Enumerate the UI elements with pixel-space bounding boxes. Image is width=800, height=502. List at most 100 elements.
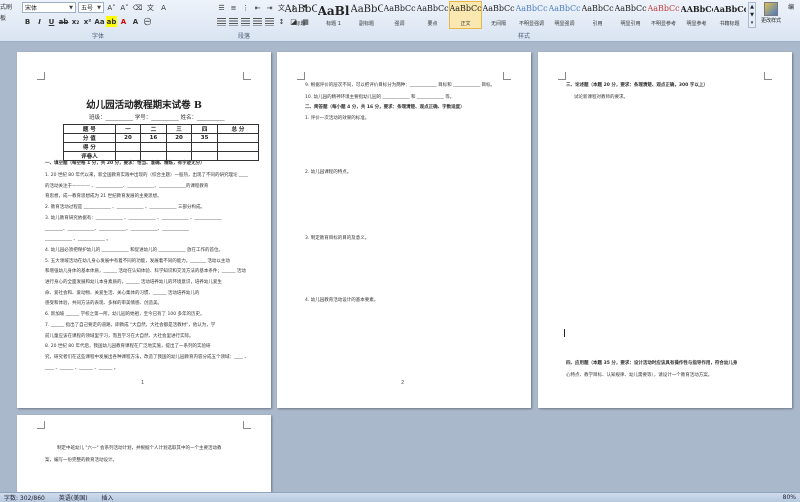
subscript-icon[interactable]: x₂	[70, 16, 81, 27]
style-preview: AaBbCcDc	[515, 4, 548, 13]
table-cell	[216, 133, 260, 143]
change-styles-button[interactable]: 更改样式	[758, 2, 784, 24]
char-shading-icon[interactable]: A	[130, 16, 141, 27]
page-3[interactable]: 三、论述题（本题 20 分，要求：条理清楚、观点正确，300 字以上） 试论新课…	[538, 52, 792, 408]
style-name: 引用	[592, 21, 603, 27]
question-line: 8. 20 世纪 80 年代后，我国幼儿园教育课程在广泛地实施，提出了一系列的实…	[45, 344, 211, 350]
font-size-value: 五号	[81, 5, 94, 12]
style-item[interactable]: AaBbCcDc 引用	[581, 1, 614, 29]
style-name: 标题	[295, 21, 306, 27]
question-line: 进行身心的全面发展和幼儿本身素质的，______ 活动培养幼儿的环境意识，培养幼…	[45, 280, 222, 285]
grow-font-icon[interactable]: A˄	[106, 2, 117, 13]
style-item[interactable]: AABbCcI 明显参考	[680, 1, 713, 29]
language-indicator[interactable]: 英语(美国)	[59, 493, 88, 502]
format-toolbar-row: B I U ab x₂ x² Aa ab A A ㊀	[22, 16, 153, 27]
align-center-icon[interactable]	[228, 16, 239, 27]
bullets-icon[interactable]: ☰	[216, 2, 227, 13]
increase-indent-icon[interactable]: ⇥	[264, 2, 275, 13]
section-heading: 二、简答题（每小题 4 分，共 16 分，要求：条理清楚、观点正确、字数适度）	[305, 105, 465, 110]
style-preview: AaBbCcDd	[383, 4, 416, 13]
highlight-icon[interactable]: ab	[106, 16, 117, 27]
style-preview: AaBbCcDc	[581, 4, 614, 13]
page-4[interactable]: 制定中班幼儿 "六一" 会系列活动计划，并根据个人计划选取其中的一个主要活动教 …	[17, 415, 271, 495]
page-2[interactable]: 9. 根据评价的层次不同，可以把评价目标分为两种：____________ 目标…	[277, 52, 531, 408]
superscript-icon[interactable]: x²	[82, 16, 93, 27]
table-cell: 20	[114, 133, 142, 143]
style-item[interactable]: AaBbCcDc 明显强调	[548, 1, 581, 29]
style-preview: AaBbCcDc	[482, 4, 515, 13]
style-item[interactable]: AaBbC 副标题	[350, 1, 383, 29]
page-1[interactable]: 幼儿园活动教程期末试卷 B 班级：__________ 学号：_________…	[17, 52, 271, 408]
font-size-combo[interactable]: 五号 ▼	[78, 2, 104, 13]
font-color-icon[interactable]: A	[118, 16, 129, 27]
clear-format-icon[interactable]: ⌫	[132, 2, 143, 13]
style-preview: AaBbCcDc	[647, 4, 680, 13]
style-name: 正文	[460, 21, 471, 27]
question-line: 9. 根据评价的层次不同，可以把评价目标分为两种：____________ 目标…	[305, 83, 496, 88]
style-name: 不明显强调	[518, 21, 544, 27]
table-cell	[216, 151, 260, 161]
font-group-label: 字体	[92, 33, 105, 40]
table-cell	[114, 142, 142, 152]
question-line: 3. 幼儿教育研究依据有：____________ 、____________ …	[45, 215, 222, 221]
style-item[interactable]: AaBbCcDc 不明显强调	[515, 1, 548, 29]
crop-mark	[558, 72, 566, 80]
underline-icon[interactable]: U	[46, 16, 57, 27]
align-right-icon[interactable]	[240, 16, 251, 27]
word-count[interactable]: 字数: 302/860	[4, 493, 45, 502]
enclose-char-icon[interactable]: ㊀	[142, 16, 153, 27]
crop-mark	[764, 72, 772, 80]
scroll-up-icon[interactable]: ▲	[750, 4, 754, 10]
strikethrough-icon[interactable]: ab	[58, 16, 69, 27]
style-item[interactable]: AaBbCcDd 强调	[383, 1, 416, 29]
insert-mode[interactable]: 插入	[102, 493, 114, 502]
italic-icon[interactable]: I	[34, 16, 45, 27]
distribute-icon[interactable]	[264, 16, 275, 27]
question-line: 育思想，成一教育思想成为 21 世纪教育发展的主要思想。	[45, 194, 162, 200]
question-line: 前儿童应该在课程的领域里学习，而且学习在大自然、大社会里进行实际。	[45, 333, 194, 339]
chevron-down-icon[interactable]: ▼	[97, 5, 101, 11]
text-cursor	[564, 329, 565, 337]
table-cell: 二	[140, 124, 167, 134]
clipboard-label: 板	[0, 15, 7, 22]
style-item[interactable]: AaBbCcD 要点	[416, 1, 449, 29]
shrink-font-icon[interactable]: A˅	[119, 2, 130, 13]
gallery-scroll[interactable]: ▲ ▼ ▾	[748, 2, 756, 28]
style-preview: AaBbCcDc	[614, 4, 647, 13]
change-case-icon[interactable]: Aa	[94, 16, 105, 27]
style-item[interactable]: AaBbC 标题	[284, 1, 317, 29]
phonetic-guide-icon[interactable]: 文	[145, 2, 156, 13]
font-name-combo[interactable]: 宋体 ▼	[22, 2, 76, 13]
style-item[interactable]: AaBbCcDc 无间隔	[482, 1, 515, 29]
style-item[interactable]: AaBl 标题 1	[317, 1, 350, 29]
question-line: ________、____________、____________、_____…	[45, 226, 189, 232]
align-left-icon[interactable]	[216, 16, 227, 27]
task-line: 制定中班幼儿 "六一" 会系列活动计划，并根据个人计划选取其中的一个主要活动教	[57, 446, 222, 451]
justify-icon[interactable]	[252, 16, 263, 27]
multilevel-list-icon[interactable]: ⋮	[240, 2, 251, 13]
bold-icon[interactable]: B	[22, 16, 33, 27]
scroll-down-icon[interactable]: ▼	[750, 12, 754, 18]
char-border-icon[interactable]: A	[158, 2, 169, 13]
style-item[interactable]: AaBbCcDc 正文	[449, 1, 482, 29]
numbering-icon[interactable]: ≡	[228, 2, 239, 13]
style-preview: AABbCcI	[680, 4, 713, 14]
style-item[interactable]: AaBbCcI 书籍标题	[713, 1, 746, 29]
score-table: 题 号 一 二 三 四 总 分 分 值 20 16 20 35 得 分 评卷人	[63, 124, 260, 161]
more-icon[interactable]: ▾	[751, 20, 754, 26]
crop-mark	[503, 72, 511, 80]
style-item[interactable]: AaBbCcDc 明显引用	[614, 1, 647, 29]
question-line: 1. 20 世纪 80 年代以来，新全国教育实践中出现的（综合主题）一股热，出现…	[45, 173, 248, 178]
style-item[interactable]: AaBbCcDc 不明显参考	[647, 1, 680, 29]
editing-group[interactable]: 编	[788, 2, 794, 11]
decrease-indent-icon[interactable]: ⇤	[252, 2, 263, 13]
table-cell: 得 分	[63, 142, 116, 152]
table-row: 分 值 20 16 20 35	[63, 133, 260, 143]
question-line: 4. 幼儿园必须把保护幼儿的 ____________ 和促进幼儿的 _____…	[45, 247, 223, 253]
style-preview: AaBl	[317, 4, 350, 18]
style-name: 明显强调	[554, 21, 575, 27]
format-painter-button[interactable]: 式刷	[0, 2, 18, 13]
style-preview: AaBbC	[350, 4, 383, 15]
chevron-down-icon[interactable]: ▼	[69, 5, 73, 11]
zoom-level[interactable]: 80%	[783, 494, 796, 501]
